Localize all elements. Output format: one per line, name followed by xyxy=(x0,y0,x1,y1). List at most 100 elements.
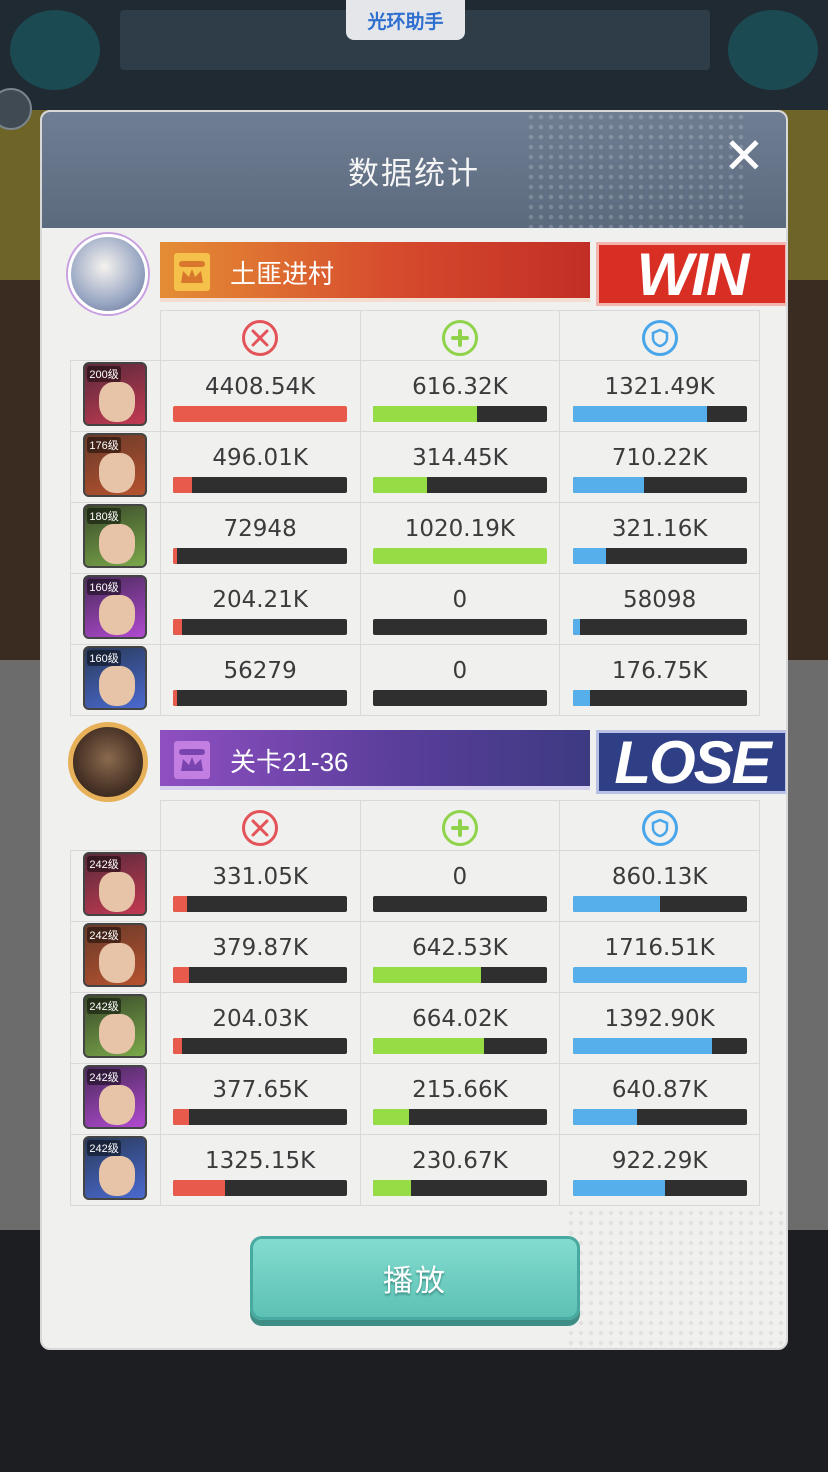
close-button[interactable]: ✕ xyxy=(720,131,768,181)
helper-tab[interactable]: 光环助手 xyxy=(346,0,465,40)
stat-heal-value: 642.53K xyxy=(412,935,508,961)
stat-heal-bar-fill xyxy=(372,1038,485,1054)
stat-damage-value: 204.21K xyxy=(212,587,308,613)
header-damage xyxy=(159,800,361,851)
stat-heal-value: 0 xyxy=(452,587,468,613)
stat-tank-bar-fill xyxy=(572,406,707,422)
stat-tank-bar xyxy=(572,967,747,983)
hero-level: 176级 xyxy=(87,437,121,453)
stat-tank-bar-fill xyxy=(572,619,580,635)
modal-header: 数据统计 ✕ xyxy=(42,112,786,228)
header-heal xyxy=(359,310,561,361)
hero-face xyxy=(99,666,136,706)
heal-plus-icon xyxy=(441,319,478,356)
stat-header-row xyxy=(71,310,760,361)
hero-portrait[interactable]: 176级 xyxy=(83,433,148,497)
stat-heal-bar-fill xyxy=(372,406,478,422)
result-win-badge: WIN xyxy=(596,241,786,308)
stat-damage-value: 379.87K xyxy=(212,935,308,961)
team-name: 土匪进村 xyxy=(230,259,335,289)
stat-damage-cell: 496.01K xyxy=(159,431,361,503)
stat-heal-value: 0 xyxy=(452,658,468,684)
stat-heal-value: 215.66K xyxy=(412,1077,508,1103)
stat-heal-cell: 314.45K xyxy=(359,431,561,503)
team-name-bar: 关卡21-36 xyxy=(160,730,590,790)
stat-tank-cell: 321.16K xyxy=(559,502,760,574)
stat-tank-value: 321.16K xyxy=(611,516,708,542)
header-tank xyxy=(559,800,760,851)
stat-damage-cell: 1325.15K xyxy=(159,1134,361,1206)
stat-tank-cell: 710.22K xyxy=(559,431,760,503)
stat-table-ally: 200级 4408.54K 616.32K 1321.49K 176级 496.01K 31… xyxy=(70,310,760,716)
stat-damage-cell: 204.03K xyxy=(159,992,361,1064)
hero-portrait[interactable]: 242级 xyxy=(83,994,148,1058)
hero-portrait[interactable]: 242级 xyxy=(83,1065,148,1129)
stat-heal-bar xyxy=(372,967,547,983)
stat-damage-value: 496.01K xyxy=(212,445,308,471)
sword-crossed-icon xyxy=(242,809,279,846)
stat-heal-bar xyxy=(372,1180,547,1196)
sword-crossed-icon xyxy=(242,319,279,356)
play-button[interactable]: 播放 xyxy=(250,1236,580,1320)
hero-portrait[interactable]: 160级 xyxy=(83,575,148,639)
stat-damage-bar xyxy=(173,967,348,983)
hero-row: 242级 377.65K 215.66K 640.87K xyxy=(70,1063,760,1135)
stat-tank-bar xyxy=(572,896,747,912)
hero-row: 176级 496.01K 314.45K 710.22K xyxy=(70,431,760,503)
hero-portrait[interactable]: 200级 xyxy=(83,362,148,426)
stat-heal-bar xyxy=(372,690,547,706)
stat-tank-cell: 1716.51K xyxy=(559,921,760,993)
stat-damage-value: 204.03K xyxy=(212,1006,308,1032)
hero-row: 180级 72948 1020.19K 321.16K xyxy=(70,502,760,574)
stat-tank-bar xyxy=(572,619,747,635)
stat-damage-bar-fill xyxy=(173,967,189,983)
header-heal xyxy=(359,800,561,851)
stat-tank-bar-fill xyxy=(572,1180,665,1196)
player-avatar[interactable] xyxy=(68,234,148,314)
hero-level: 180级 xyxy=(87,508,121,524)
stat-heal-bar xyxy=(372,896,547,912)
stat-heal-bar-fill xyxy=(372,1109,410,1125)
hero-row: 242级 204.03K 664.02K 1392.90K xyxy=(70,992,760,1064)
stat-damage-bar xyxy=(173,1180,348,1196)
stat-heal-value: 314.45K xyxy=(412,445,508,471)
stat-tank-bar-fill xyxy=(572,690,591,706)
stat-heal-bar-fill xyxy=(372,548,547,564)
stat-table-enemy: 242级 331.05K 0 860.13K 242级 379.87K 642.53K 171… xyxy=(70,800,760,1206)
hero-portrait[interactable]: 242级 xyxy=(83,852,148,916)
enemy-avatar[interactable] xyxy=(68,722,148,802)
stat-tank-cell: 860.13K xyxy=(559,850,760,922)
stat-heal-bar xyxy=(372,406,547,422)
hero-portrait[interactable]: 242级 xyxy=(83,1136,148,1200)
stat-damage-cell: 204.21K xyxy=(159,573,361,645)
stat-damage-cell: 72948 xyxy=(159,502,361,574)
stat-damage-bar xyxy=(173,1038,348,1054)
hero-level: 160级 xyxy=(87,579,121,595)
stat-heal-cell: 0 xyxy=(359,573,561,645)
stat-header-row xyxy=(71,800,760,851)
stat-damage-bar-fill xyxy=(173,690,177,706)
hero-portrait-cell: 242级 xyxy=(70,992,161,1064)
hero-level: 160级 xyxy=(87,650,121,666)
header-empty-cell xyxy=(71,311,161,361)
stat-damage-bar xyxy=(173,406,348,422)
footer-decoration xyxy=(566,1208,786,1348)
hero-portrait[interactable]: 180级 xyxy=(83,504,148,568)
header-empty-cell xyxy=(71,801,161,851)
stat-damage-bar-fill xyxy=(173,1180,226,1196)
hero-portrait[interactable]: 242级 xyxy=(83,923,148,987)
hero-portrait-cell: 242级 xyxy=(70,1063,161,1135)
stat-damage-cell: 331.05K xyxy=(159,850,361,922)
stat-damage-value: 4408.54K xyxy=(205,374,316,400)
hero-portrait[interactable]: 160级 xyxy=(83,646,148,710)
stat-tank-cell: 58098 xyxy=(559,573,760,645)
stat-tank-bar-fill xyxy=(572,967,747,983)
stat-heal-bar-fill xyxy=(372,967,481,983)
hero-face xyxy=(99,1085,136,1125)
hero-portrait-cell: 242级 xyxy=(70,1134,161,1206)
hero-row: 242级 379.87K 642.53K 1716.51K xyxy=(70,921,760,993)
shield-icon xyxy=(641,809,678,846)
header-damage xyxy=(159,310,361,361)
hero-portrait-cell: 242级 xyxy=(70,921,161,993)
stat-heal-bar-fill xyxy=(372,1180,412,1196)
